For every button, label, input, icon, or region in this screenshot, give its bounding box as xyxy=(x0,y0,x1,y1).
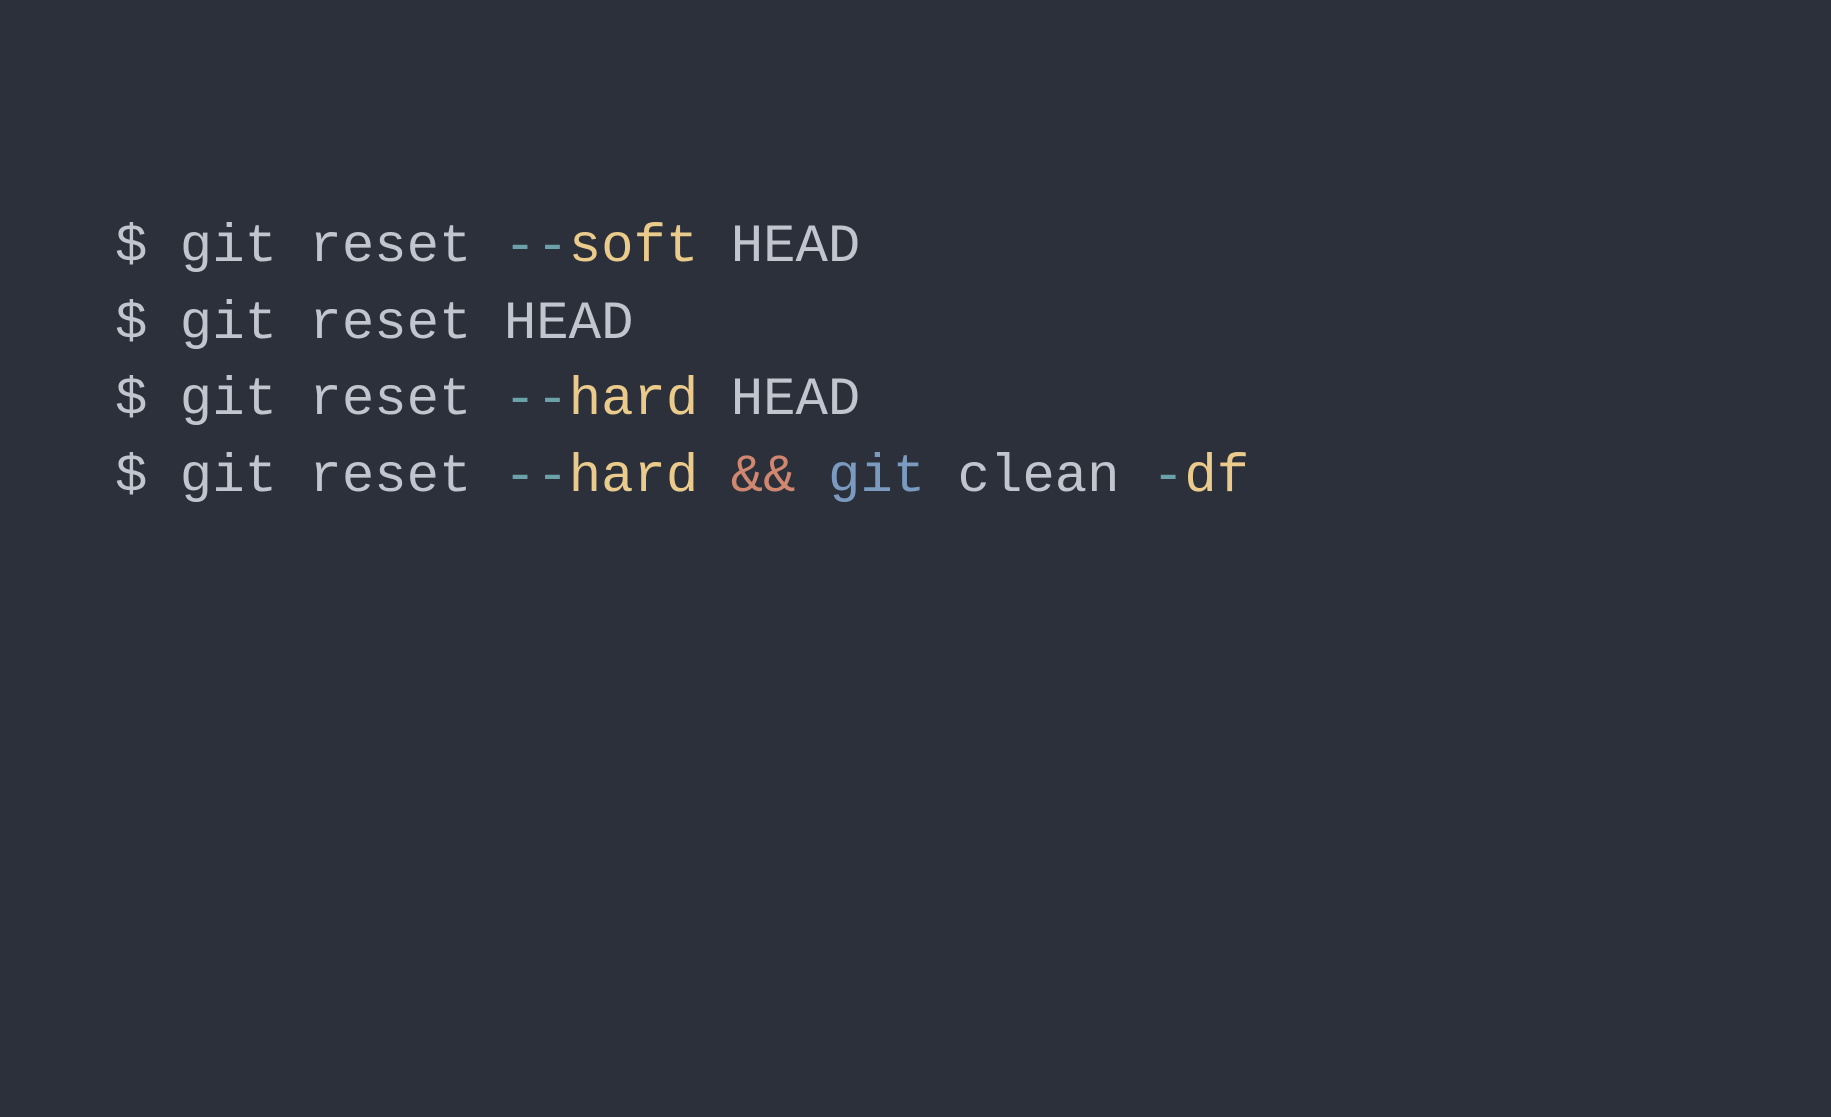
token: -- xyxy=(504,447,569,508)
token: hard xyxy=(569,447,699,508)
token xyxy=(796,447,828,508)
terminal-output: $ git reset --soft HEAD$ git reset HEAD$… xyxy=(115,210,1831,517)
token: HEAD xyxy=(698,217,860,278)
token xyxy=(698,447,730,508)
terminal-line-4: $ git reset --hard && git clean -df xyxy=(115,440,1831,517)
token: df xyxy=(1184,447,1249,508)
token: soft xyxy=(569,217,699,278)
token: $ git reset xyxy=(115,370,504,431)
token: - xyxy=(1152,447,1184,508)
token: $ git reset xyxy=(115,217,504,278)
token: HEAD xyxy=(698,370,860,431)
token: -- xyxy=(504,370,569,431)
token: clean xyxy=(925,447,1152,508)
token: -- xyxy=(504,217,569,278)
token: git xyxy=(828,447,925,508)
terminal-line-3: $ git reset --hard HEAD xyxy=(115,363,1831,440)
token: $ git reset HEAD xyxy=(115,294,633,355)
token: hard xyxy=(569,370,699,431)
token: $ git reset xyxy=(115,447,504,508)
terminal-line-2: $ git reset HEAD xyxy=(115,287,1831,364)
terminal-line-1: $ git reset --soft HEAD xyxy=(115,210,1831,287)
token: && xyxy=(731,447,796,508)
